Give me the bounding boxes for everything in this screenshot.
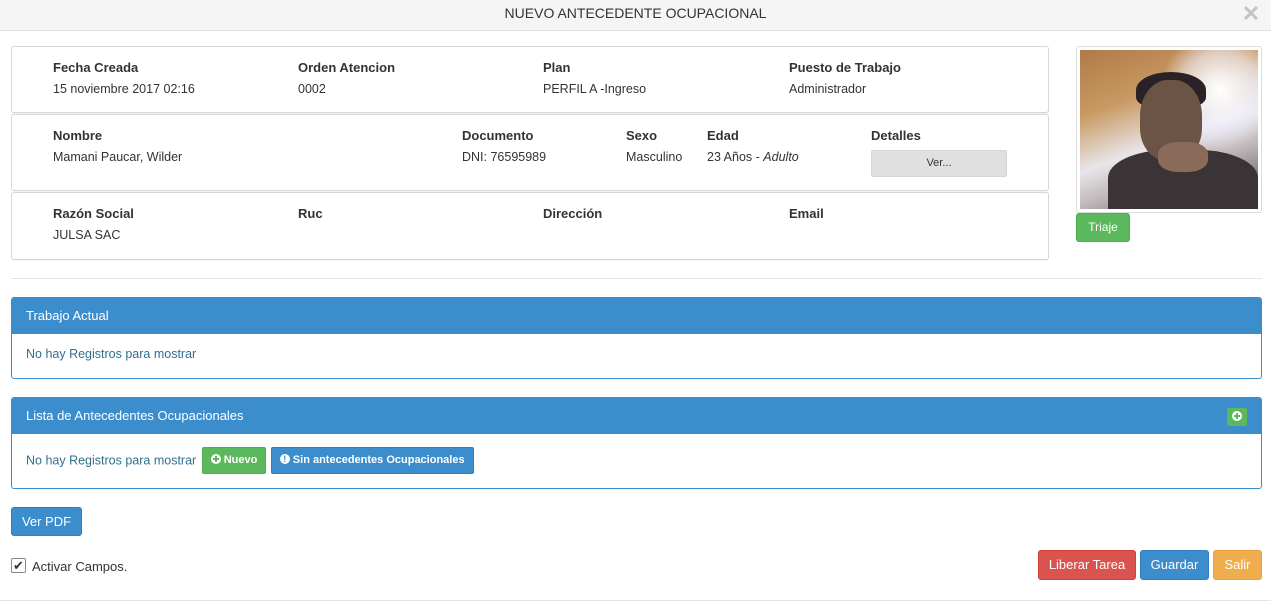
edad-label: Edad xyxy=(707,128,739,143)
ver-pdf-button[interactable]: Ver PDF xyxy=(11,507,82,536)
puesto-label: Puesto de Trabajo xyxy=(789,60,901,75)
edad-value: 23 Años - Adulto xyxy=(707,150,799,164)
plan-label: Plan xyxy=(543,60,571,75)
panel-trabajo-actual: Trabajo Actual No hay Registros para mos… xyxy=(11,297,1262,379)
email-label: Email xyxy=(789,206,824,221)
dialog-titlebar: NUEVO ANTECEDENTE OCUPACIONAL ✕ xyxy=(0,0,1271,31)
panel-trabajo-actual-header: Trabajo Actual xyxy=(12,298,1261,334)
field-orden: Orden Atencion 0002 xyxy=(298,60,395,96)
footer-divider xyxy=(0,600,1271,601)
orden-value: 0002 xyxy=(298,82,326,96)
edad-category: Adulto xyxy=(763,150,799,164)
nuevo-button[interactable]: Nuevo xyxy=(201,447,267,474)
field-plan: Plan PERFIL A -Ingreso xyxy=(543,60,646,96)
field-sexo: Sexo Masculino xyxy=(626,128,682,164)
field-ruc: Ruc xyxy=(298,206,323,228)
fecha-value: 15 noviembre 2017 02:16 xyxy=(53,82,195,96)
field-email: Email xyxy=(789,206,824,228)
panel-antecedentes-title: Lista de Antecedentes Ocupacionales xyxy=(26,408,244,423)
nombre-label: Nombre xyxy=(53,128,103,143)
add-antecedente-icon[interactable] xyxy=(1227,408,1247,426)
puesto-value: Administrador xyxy=(789,82,867,96)
field-direccion: Dirección xyxy=(543,206,602,228)
patient-photo-frame xyxy=(1076,46,1262,213)
fecha-label: Fecha Creada xyxy=(53,60,139,75)
field-edad: Edad 23 Años - Adulto xyxy=(707,128,799,164)
sin-antecedentes-label: Sin antecedentes Ocupacionales xyxy=(292,454,465,466)
edad-years: 23 Años - xyxy=(707,150,764,164)
patient-photo xyxy=(1080,50,1258,209)
panel-antecedentes: Lista de Antecedentes Ocupacionales No h… xyxy=(11,397,1262,489)
plus-circle-icon xyxy=(1232,411,1242,421)
sexo-value: Masculino xyxy=(626,150,683,164)
documento-value: DNI: 76595989 xyxy=(462,150,547,164)
razon-label: Razón Social xyxy=(53,206,134,221)
info-row-patient: Nombre Mamani Paucar, Wilder Documento D… xyxy=(11,114,1049,191)
sin-antecedentes-button[interactable]: Sin antecedentes Ocupacionales xyxy=(270,447,474,474)
field-nombre: Nombre Mamani Paucar, Wilder xyxy=(53,128,182,164)
plus-circle-icon xyxy=(210,454,221,464)
direccion-label: Dirección xyxy=(543,206,603,221)
plan-value: PERFIL A -Ingreso xyxy=(543,82,647,96)
razon-value: JULSA SAC xyxy=(53,228,121,242)
antecedentes-empty: No hay Registros para mostrar xyxy=(26,453,197,468)
activar-campos-checkbox[interactable]: ✔ xyxy=(11,558,26,573)
documento-label: Documento xyxy=(462,128,534,143)
ruc-label: Ruc xyxy=(298,206,323,221)
trabajo-actual-empty: No hay Registros para mostrar xyxy=(26,347,197,361)
nombre-value: Mamani Paucar, Wilder xyxy=(53,150,183,164)
ver-detalles-button[interactable]: Ver... xyxy=(871,150,1007,177)
section-divider xyxy=(11,278,1262,279)
field-puesto: Puesto de Trabajo Administrador xyxy=(789,60,901,96)
activar-campos-label: Activar Campos. xyxy=(32,559,128,574)
info-row-company: Razón Social JULSA SAC Ruc Dirección Ema… xyxy=(11,192,1049,260)
antecedentes-body: No hay Registros para mostrar Nuevo Sin … xyxy=(12,434,1261,474)
triaje-button[interactable]: Triaje xyxy=(1076,213,1130,242)
salir-button[interactable]: Salir xyxy=(1213,550,1262,580)
nuevo-label: Nuevo xyxy=(223,454,258,466)
guardar-button[interactable]: Guardar xyxy=(1140,550,1209,580)
field-documento: Documento DNI: 76595989 xyxy=(462,128,546,164)
orden-label: Orden Atencion xyxy=(298,60,396,75)
panel-antecedentes-header: Lista de Antecedentes Ocupacionales xyxy=(12,398,1261,434)
detalles-label: Detalles xyxy=(871,128,921,143)
field-fecha: Fecha Creada 15 noviembre 2017 02:16 xyxy=(53,60,195,96)
sexo-label: Sexo xyxy=(626,128,658,143)
exclamation-circle-icon xyxy=(279,452,290,466)
dialog-title: NUEVO ANTECEDENTE OCUPACIONAL xyxy=(504,5,767,21)
close-icon[interactable]: ✕ xyxy=(1241,3,1261,25)
field-razon: Razón Social JULSA SAC xyxy=(53,206,134,242)
liberar-tarea-button[interactable]: Liberar Tarea xyxy=(1038,550,1136,580)
field-detalles: Detalles xyxy=(871,128,921,143)
info-row-attention: Fecha Creada 15 noviembre 2017 02:16 Ord… xyxy=(11,46,1049,113)
